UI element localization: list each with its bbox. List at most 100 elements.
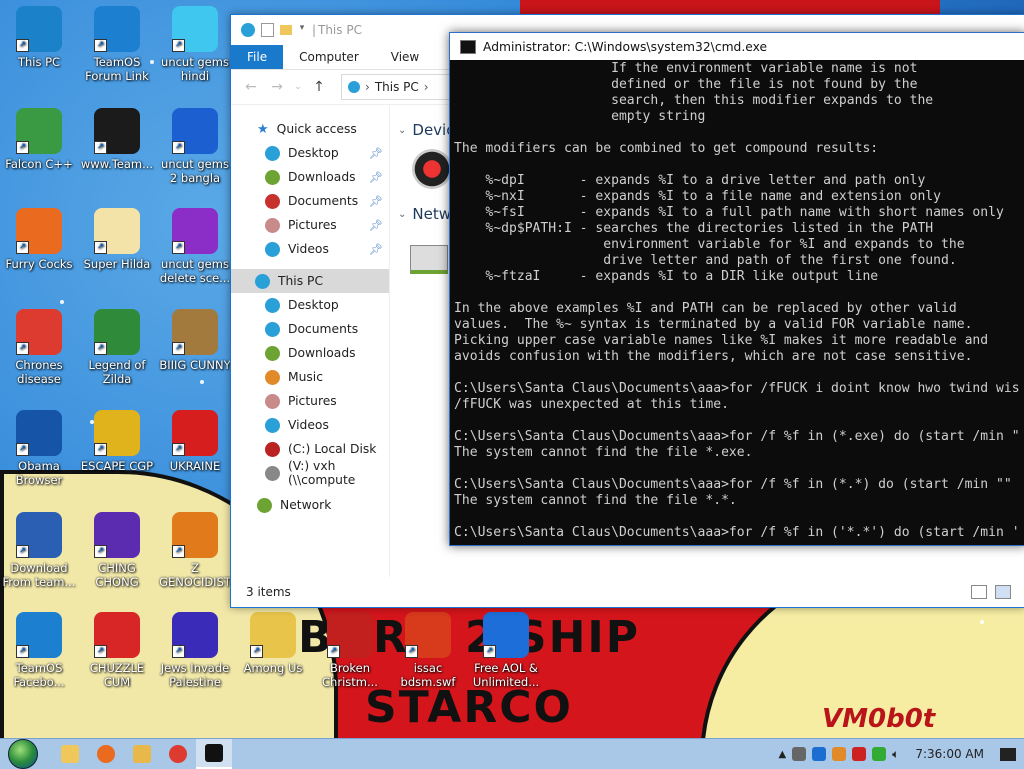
tab-view[interactable]: View bbox=[375, 45, 435, 69]
shortcut-arrow-icon: ↗ bbox=[94, 141, 107, 154]
desktop-icon[interactable]: ↗ Super Hilda bbox=[78, 208, 156, 271]
network-drive-tile-icon[interactable] bbox=[410, 245, 448, 274]
nav-item-videos[interactable]: Videos bbox=[231, 413, 389, 437]
desktop-icon[interactable]: ↗ Furry Cocks bbox=[0, 208, 78, 271]
desktop-icon[interactable]: ↗ Free AOL & Unlimited... bbox=[467, 612, 545, 689]
tab-computer[interactable]: Computer bbox=[283, 45, 375, 69]
desktop-icon[interactable]: ↗ BIIIG CUNNY bbox=[156, 309, 234, 372]
nav-item-label: (V:) vxh (\\compute bbox=[288, 459, 356, 487]
breadcrumb-this-pc[interactable]: This PC bbox=[375, 80, 419, 94]
nav-item-pictures[interactable]: Pictures 📌︎ bbox=[231, 213, 389, 237]
breadcrumb-separator-icon: › bbox=[365, 80, 370, 94]
desktop-icon-label: This PC bbox=[17, 55, 61, 69]
tool-tray-icon[interactable] bbox=[832, 747, 847, 761]
local-disk-tile-icon[interactable] bbox=[412, 149, 452, 189]
desktop-icon[interactable]: ↗ Z GENOCIDIST bbox=[156, 512, 234, 589]
network-tray-icon[interactable] bbox=[792, 747, 807, 761]
desktop-icon[interactable]: ↗ uncut gems hindi bbox=[156, 6, 234, 83]
nav-item-v-vxh-compute[interactable]: (V:) vxh (\\compute bbox=[231, 459, 389, 487]
taskbar-button[interactable] bbox=[160, 739, 196, 769]
nav-item-downloads[interactable]: Downloads bbox=[231, 341, 389, 365]
explorer-status-bar: 3 items bbox=[231, 577, 1024, 607]
desktop-icon[interactable]: ↗ Obama Browser bbox=[0, 410, 78, 487]
nav-this-pc[interactable]: This PC bbox=[231, 269, 389, 293]
security-tray-icon[interactable] bbox=[852, 747, 867, 761]
desktop-icon[interactable]: ↗ Download From team... bbox=[0, 512, 78, 589]
nav-network[interactable]: Network bbox=[231, 493, 389, 517]
up-arrow-icon[interactable]: ↑ bbox=[309, 79, 329, 95]
desktop-icon[interactable]: ↗ This PC bbox=[0, 6, 78, 69]
large-icons-view-icon[interactable] bbox=[995, 585, 1011, 599]
desktop-icon[interactable]: ↗ issac bdsm.swf bbox=[389, 612, 467, 689]
properties-icon[interactable] bbox=[261, 23, 274, 37]
desktop-icon[interactable]: ↗ Broken Christm... bbox=[311, 612, 389, 689]
desktop-icon[interactable]: ↗ CHUZZLE CUM bbox=[78, 612, 156, 689]
nav-quick-access[interactable]: ★ Quick access bbox=[231, 117, 389, 141]
desktop-icon[interactable]: ↗ www.Team... bbox=[78, 108, 156, 171]
desktop-icon[interactable]: ↗ TeamOS Facebo... bbox=[0, 612, 78, 689]
action-center-icon[interactable] bbox=[1000, 747, 1016, 761]
number-two-icon: ↗ bbox=[172, 108, 218, 154]
nav-item-desktop[interactable]: Desktop 📌︎ bbox=[231, 141, 389, 165]
explorer-app-icon bbox=[241, 23, 255, 37]
forward-arrow-icon[interactable]: → bbox=[267, 79, 287, 95]
taskbar-button[interactable] bbox=[124, 739, 160, 769]
details-view-icon[interactable] bbox=[971, 585, 987, 599]
desktop-icon[interactable]: ↗ Falcon C++ bbox=[0, 108, 78, 171]
nav-item-pictures[interactable]: Pictures bbox=[231, 389, 389, 413]
desktop-icon[interactable]: ↗ Among Us bbox=[234, 612, 312, 675]
pin-icon[interactable]: 📌︎ bbox=[369, 195, 383, 208]
desktop-icon-label: ESCAPE CGP bbox=[80, 459, 154, 473]
pin-icon[interactable]: 📌︎ bbox=[369, 171, 383, 184]
taskbar-button[interactable] bbox=[196, 739, 232, 769]
tray-expand-icon[interactable]: ▲ bbox=[778, 749, 786, 760]
shortcut-arrow-icon: ↗ bbox=[172, 645, 185, 658]
pin-icon[interactable]: 📌︎ bbox=[369, 243, 383, 256]
clock[interactable]: 7:36:00 AM bbox=[905, 747, 994, 761]
start-button[interactable] bbox=[0, 739, 46, 769]
windows-orb-icon bbox=[8, 739, 38, 769]
back-arrow-icon[interactable]: ← bbox=[241, 79, 261, 95]
desktop-icon[interactable]: ↗ TeamOS Forum Link bbox=[78, 6, 156, 83]
cmd-title-bar[interactable]: Administrator: C:\Windows\system32\cmd.e… bbox=[450, 33, 1024, 60]
taskbar-button[interactable] bbox=[88, 739, 124, 769]
cmd-output[interactable]: If the environment variable name is not … bbox=[450, 60, 1024, 542]
desktop-icon-label: Z GENOCIDIST bbox=[159, 561, 231, 589]
bluetooth-tray-icon[interactable] bbox=[812, 747, 827, 761]
tab-file[interactable]: File bbox=[231, 45, 284, 69]
recent-locations-icon[interactable]: ⌄ bbox=[293, 82, 303, 92]
nav-item-documents[interactable]: Documents 📌︎ bbox=[231, 189, 389, 213]
shortcut-arrow-icon: ↗ bbox=[16, 645, 29, 658]
desktop-icon[interactable]: ↗ Chrones disease bbox=[0, 309, 78, 386]
volume-icon[interactable]: 🔈︎ bbox=[892, 747, 899, 762]
pin-icon[interactable]: 📌︎ bbox=[369, 219, 383, 232]
shortcut-arrow-icon: ↗ bbox=[94, 342, 107, 355]
shortcut-arrow-icon: ↗ bbox=[483, 645, 496, 658]
desktop-icon[interactable]: ↗ ESCAPE CGP bbox=[78, 410, 156, 473]
quick-access-dropdown-icon[interactable]: ▾ bbox=[298, 23, 306, 37]
desktop-icon[interactable]: ↗ CHING CHONG bbox=[78, 512, 156, 589]
nav-item-downloads[interactable]: Downloads 📌︎ bbox=[231, 165, 389, 189]
desktop-icon[interactable]: ↗ Legend of Zilda bbox=[78, 309, 156, 386]
address-bar[interactable]: › This PC › bbox=[341, 74, 459, 100]
group-devices-header[interactable]: ⌄ Devic bbox=[398, 121, 454, 139]
taskbar-button[interactable] bbox=[52, 739, 88, 769]
nav-item-documents[interactable]: Documents bbox=[231, 317, 389, 341]
breadcrumb-chevron-icon[interactable]: › bbox=[424, 80, 429, 94]
cmd-window[interactable]: Administrator: C:\Windows\system32\cmd.e… bbox=[449, 32, 1024, 546]
nav-item-music[interactable]: Music bbox=[231, 365, 389, 389]
chevron-down-icon: ⌄ bbox=[398, 124, 407, 136]
wallpaper-signature: VM0b0t bbox=[822, 704, 936, 734]
desktop-icon[interactable]: ↗ uncut gems 2 bangla bbox=[156, 108, 234, 185]
nav-item-c-local-disk[interactable]: (C:) Local Disk bbox=[231, 437, 389, 461]
nav-item-videos[interactable]: Videos 📌︎ bbox=[231, 237, 389, 261]
battery-tray-icon[interactable] bbox=[872, 747, 887, 761]
desktop-icon[interactable]: ↗ Jews Invade Palestine bbox=[156, 612, 234, 689]
chrome-icon bbox=[169, 745, 187, 763]
new-folder-icon[interactable] bbox=[280, 25, 292, 35]
pin-icon[interactable]: 📌︎ bbox=[369, 147, 383, 160]
nav-item-desktop[interactable]: Desktop bbox=[231, 293, 389, 317]
desktop-icon[interactable]: ↗ UKRAINE bbox=[156, 410, 234, 473]
desktop-icon-label: uncut gems hindi bbox=[161, 55, 229, 83]
desktop-icon[interactable]: ↗ uncut gems delete sce... bbox=[156, 208, 234, 285]
